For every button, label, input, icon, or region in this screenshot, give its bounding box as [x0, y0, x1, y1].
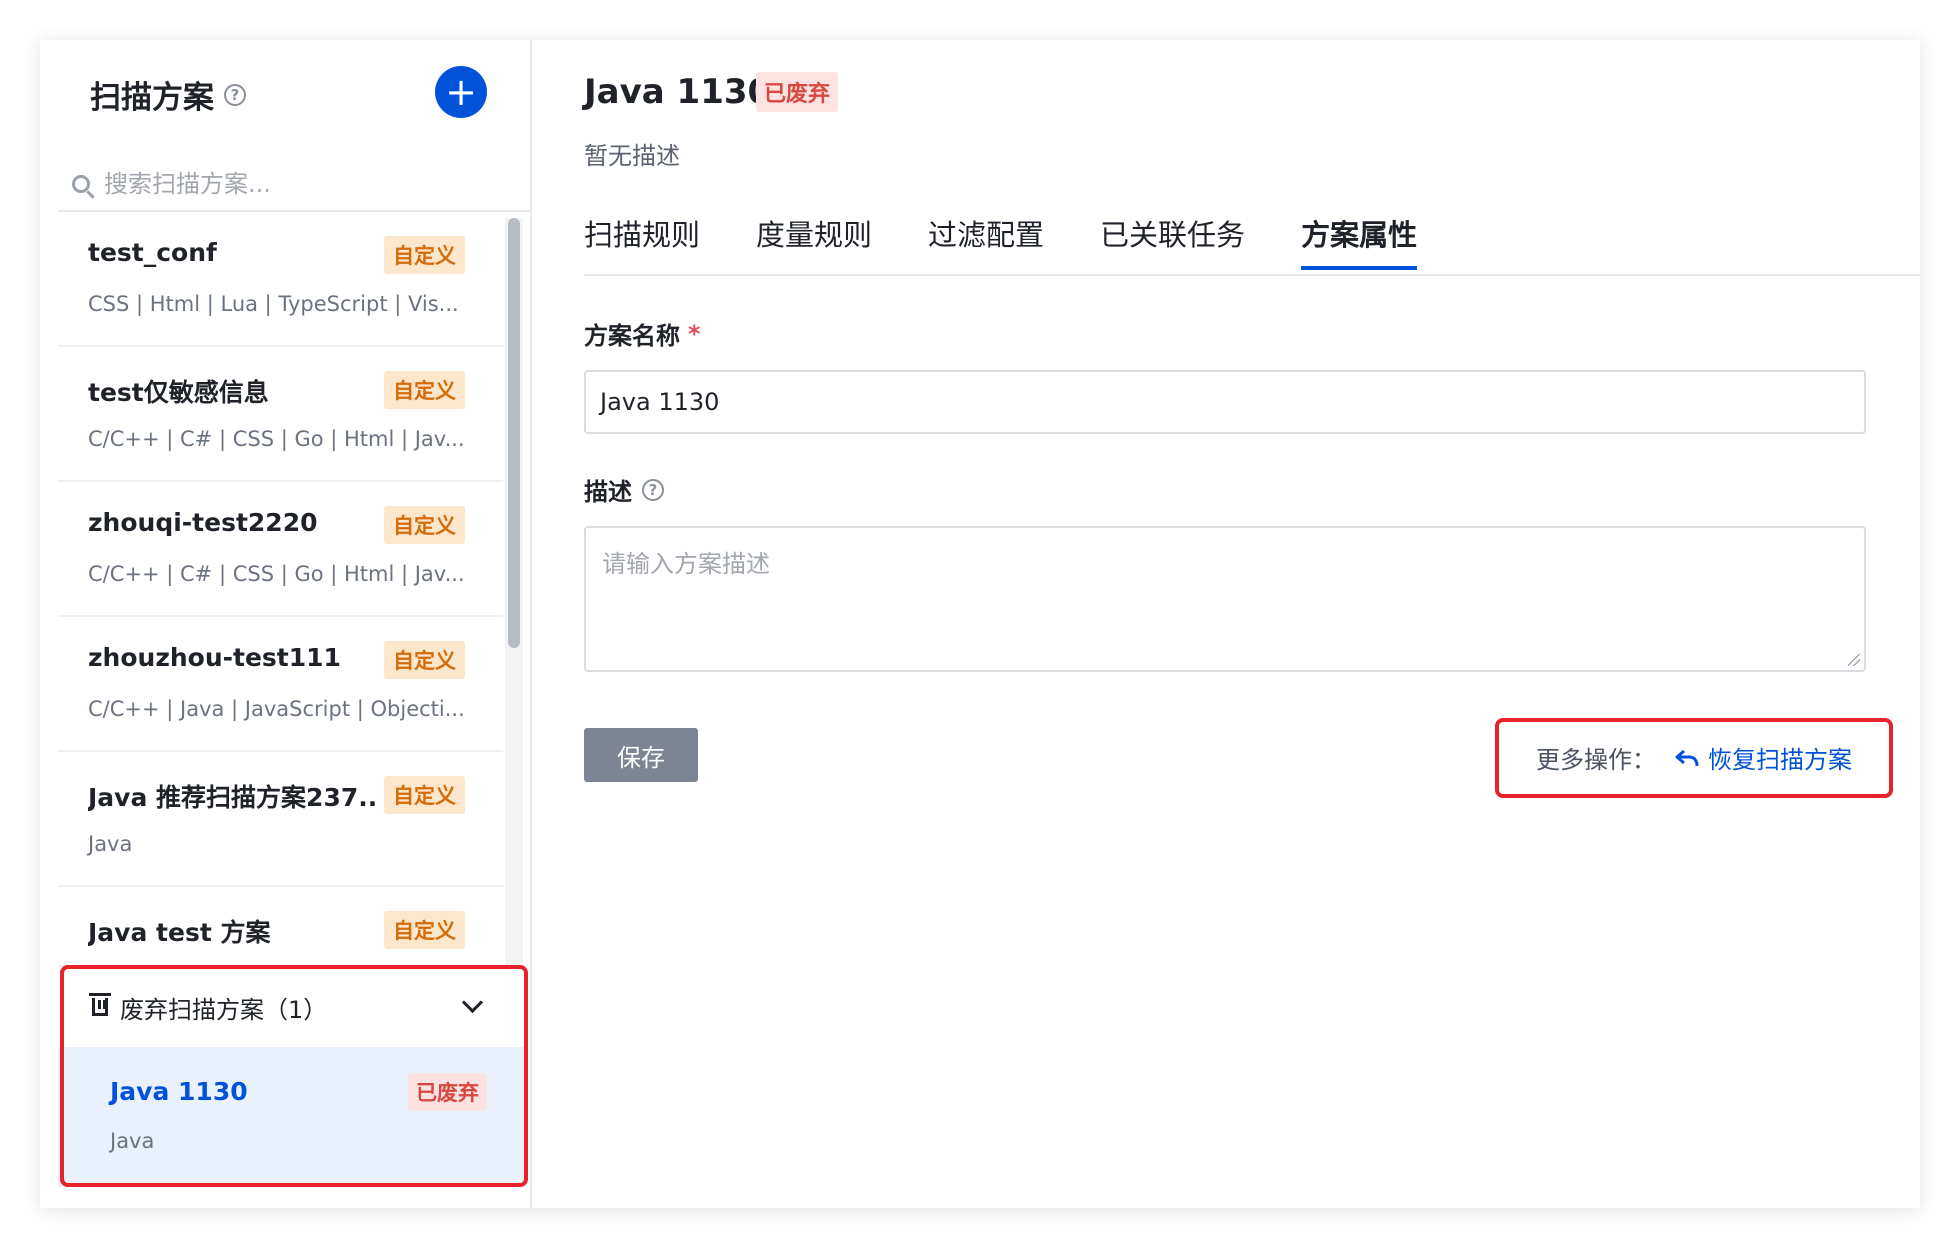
item-name: Java 推荐扫描方案237...: [88, 783, 378, 812]
list-item[interactable]: test_conf 自定义 CSS | Html | Lua | TypeScr…: [58, 212, 503, 347]
search-icon: [72, 175, 90, 193]
highlight-box-deprecated: [60, 965, 528, 1187]
scheme-list: test_conf 自定义 CSS | Html | Lua | TypeScr…: [58, 212, 503, 1002]
custom-tag: 自定义: [384, 776, 465, 814]
item-languages: C/C++ | C# | CSS | Go | Html | Jav...: [88, 562, 465, 586]
custom-tag: 自定义: [384, 506, 465, 544]
list-item[interactable]: zhouzhou-test111 自定义 C/C++ | Java | Java…: [58, 617, 503, 752]
item-name: zhouqi-test2220: [88, 508, 318, 537]
save-button[interactable]: 保存: [584, 728, 698, 782]
tab-metric-rules[interactable]: 度量规则: [756, 212, 872, 270]
tab-bar: 扫描规则 度量规则 过滤配置 已关联任务 方案属性: [584, 212, 1473, 270]
scheme-name-input[interactable]: Java 1130: [584, 370, 1866, 434]
name-label: 方案名称 *: [584, 316, 701, 351]
highlight-box-restore: [1495, 718, 1893, 798]
sidebar-title: 扫描方案 ?: [90, 72, 246, 117]
search-box[interactable]: [58, 160, 528, 208]
item-name: test仅敏感信息: [88, 378, 269, 407]
required-mark: *: [688, 319, 701, 348]
tab-scheme-properties[interactable]: 方案属性: [1301, 212, 1418, 270]
item-name: zhouzhou-test111: [88, 643, 341, 672]
search-input[interactable]: [102, 169, 506, 199]
add-scheme-button[interactable]: +: [435, 66, 487, 118]
page-title: Java 1130: [584, 72, 771, 112]
main-panel: Java 1130 已废弃 暂无描述 扫描规则 度量规则 过滤配置 已关联任务 …: [532, 40, 1920, 1208]
custom-tag: 自定义: [384, 236, 465, 274]
item-languages: C/C++ | Java | JavaScript | Objecti...: [88, 697, 465, 721]
description-textarea[interactable]: 请输入方案描述: [584, 526, 1866, 672]
list-item[interactable]: Java 推荐扫描方案237... 自定义 Java: [58, 752, 503, 887]
desc-label-text: 描述: [584, 478, 632, 506]
resize-handle-icon[interactable]: [1848, 654, 1860, 666]
scrollbar-thumb[interactable]: [508, 218, 520, 648]
status-badge: 已废弃: [756, 72, 839, 112]
custom-tag: 自定义: [384, 641, 465, 679]
help-icon[interactable]: ?: [224, 83, 246, 106]
sidebar-title-text: 扫描方案: [90, 80, 214, 116]
help-icon[interactable]: ?: [642, 478, 664, 501]
item-name: test_conf: [88, 238, 217, 267]
description-placeholder: 请输入方案描述: [602, 550, 770, 578]
tab-scan-rules[interactable]: 扫描规则: [584, 212, 700, 270]
tab-filter-config[interactable]: 过滤配置: [928, 212, 1044, 270]
item-languages: Java: [88, 832, 133, 856]
item-name: Java test 方案: [88, 918, 271, 947]
app-window: 扫描方案 ? + test_conf 自定义 CSS | Html | Lua …: [40, 40, 1920, 1208]
list-item[interactable]: test仅敏感信息 自定义 C/C++ | C# | CSS | Go | Ht…: [58, 347, 503, 482]
list-item[interactable]: zhouqi-test2220 自定义 C/C++ | C# | CSS | G…: [58, 482, 503, 617]
page-description: 暂无描述: [584, 142, 680, 170]
custom-tag: 自定义: [384, 371, 465, 409]
item-languages: CSS | Html | Lua | TypeScript | Vis...: [88, 292, 459, 316]
name-label-text: 方案名称: [584, 322, 680, 350]
tabs-divider: [584, 274, 1920, 276]
desc-label: 描述 ?: [584, 472, 664, 507]
item-languages: C/C++ | C# | CSS | Go | Html | Jav...: [88, 427, 465, 451]
page-title-text: Java 1130: [584, 72, 772, 112]
sidebar: 扫描方案 ? + test_conf 自定义 CSS | Html | Lua …: [40, 40, 532, 1208]
custom-tag: 自定义: [384, 911, 465, 949]
tab-linked-tasks[interactable]: 已关联任务: [1100, 212, 1245, 270]
